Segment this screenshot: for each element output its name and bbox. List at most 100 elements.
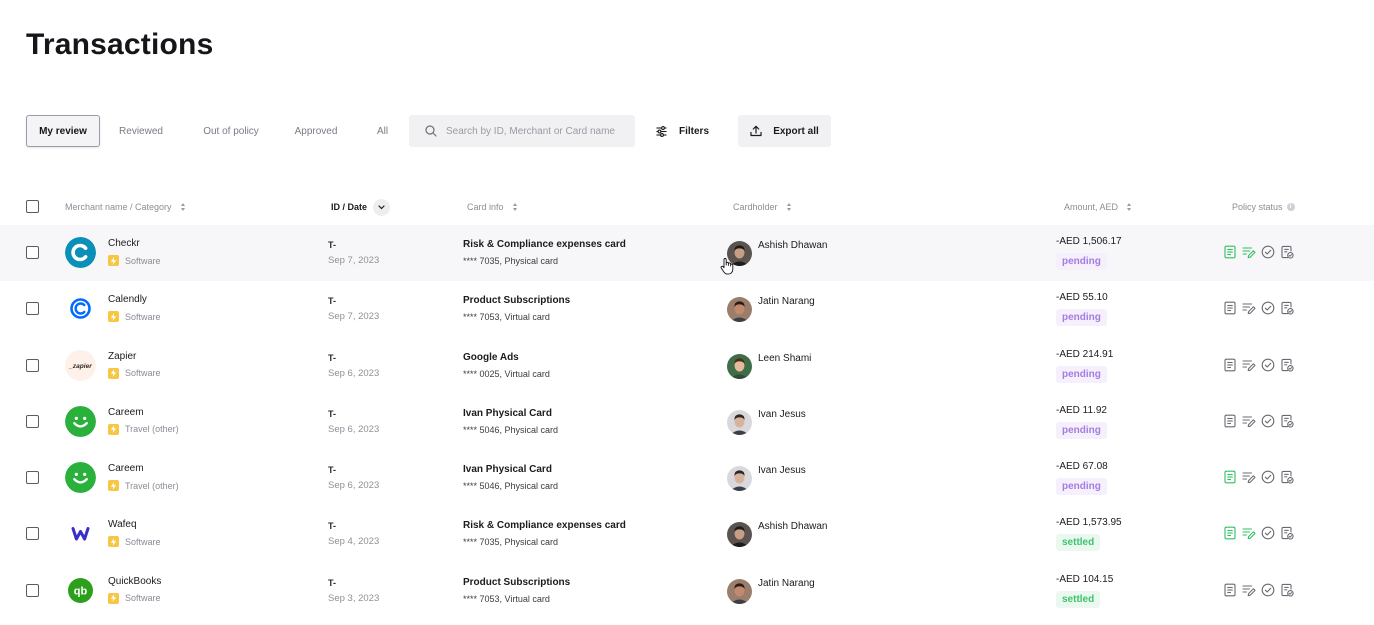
id-date-cell: T- Sep 7, 2023 bbox=[328, 240, 379, 266]
tab-my-review[interactable]: My review bbox=[26, 115, 100, 147]
column-card-info[interactable]: Card info bbox=[467, 196, 517, 218]
receipt-icon[interactable] bbox=[1223, 414, 1237, 428]
cardholder-name: Jatin Narang bbox=[758, 577, 815, 589]
column-cardholder[interactable]: Cardholder bbox=[733, 196, 791, 218]
receipt-icon[interactable] bbox=[1223, 358, 1237, 372]
amount: -AED 55.10 bbox=[1056, 292, 1108, 304]
tab-approved[interactable]: Approved bbox=[285, 115, 347, 147]
info-icon[interactable]: i bbox=[1286, 203, 1295, 211]
edit-notes-icon[interactable] bbox=[1242, 583, 1256, 597]
merchant-name: Calendly bbox=[108, 294, 147, 306]
cardholder-name: Ashish Dhawan bbox=[758, 240, 828, 251]
card-info-cell: Risk & Compliance expenses card **** 7035… bbox=[463, 239, 626, 266]
careem-logo bbox=[65, 462, 96, 494]
column-id-date[interactable]: ID / Date bbox=[331, 196, 391, 218]
column-merchant[interactable]: Merchant name / Category bbox=[65, 196, 185, 218]
tab-reviewed[interactable]: Reviewed bbox=[106, 115, 176, 147]
select-all-checkbox[interactable] bbox=[26, 200, 39, 213]
export-all-button[interactable]: Export all bbox=[738, 115, 831, 147]
table-row[interactable]: qb QuickBooks Software T- Sep 3, 2023 Product… bbox=[0, 563, 1374, 619]
category: Software bbox=[108, 255, 161, 266]
document-check-icon[interactable] bbox=[1280, 583, 1294, 597]
page-title: Transactions bbox=[26, 28, 214, 61]
transaction-id: T- bbox=[328, 408, 336, 419]
sort-icon bbox=[1127, 203, 1132, 211]
document-check-icon[interactable] bbox=[1280, 358, 1294, 372]
document-check-icon[interactable] bbox=[1280, 245, 1294, 259]
tab-all[interactable]: All bbox=[370, 115, 395, 147]
card-name: Risk & Compliance expenses card bbox=[463, 239, 626, 250]
receipt-icon[interactable] bbox=[1223, 526, 1237, 540]
edit-notes-icon[interactable] bbox=[1242, 526, 1256, 540]
approve-check-icon[interactable] bbox=[1261, 245, 1275, 259]
column-amount[interactable]: Amount, AED bbox=[1064, 196, 1132, 218]
merchant-cell: Calendly Software bbox=[108, 294, 161, 323]
transaction-date: Sep 7, 2023 bbox=[328, 311, 380, 323]
category-label: Travel (other) bbox=[125, 424, 179, 435]
card-info-cell: Product Subscriptions **** 7053, Virtual … bbox=[463, 295, 570, 322]
policy-status-icons bbox=[1223, 245, 1299, 259]
document-check-icon[interactable] bbox=[1280, 301, 1294, 315]
document-check-icon[interactable] bbox=[1280, 470, 1294, 484]
document-check-icon[interactable] bbox=[1280, 414, 1294, 428]
transactions-table: Checkr Software T- Sep 7, 2023 Risk & Compli… bbox=[0, 225, 1374, 619]
approve-check-icon[interactable] bbox=[1261, 358, 1275, 372]
receipt-icon[interactable] bbox=[1223, 470, 1237, 484]
approve-check-icon[interactable] bbox=[1261, 301, 1275, 315]
category: Travel (other) bbox=[108, 480, 179, 492]
edit-notes-icon[interactable] bbox=[1242, 470, 1256, 484]
table-row[interactable]: Checkr Software T- Sep 7, 2023 Risk & Compli… bbox=[0, 225, 1374, 282]
receipt-icon[interactable] bbox=[1223, 301, 1237, 315]
policy-status-icons bbox=[1223, 301, 1299, 315]
card-details: **** 7035, Physical card bbox=[463, 537, 559, 548]
approve-check-icon[interactable] bbox=[1261, 526, 1275, 540]
status-badge: pending bbox=[1056, 253, 1107, 270]
tab-out-of-policy[interactable]: Out of policy bbox=[192, 115, 270, 147]
document-check-icon[interactable] bbox=[1280, 526, 1294, 541]
status-badge: pending bbox=[1056, 365, 1107, 383]
approve-check-icon[interactable] bbox=[1261, 414, 1275, 428]
card-info-cell: Risk & Compliance expenses card **** 7035… bbox=[463, 520, 626, 547]
lightning-icon bbox=[108, 311, 119, 323]
id-date-cell: T- Sep 6, 2023 bbox=[328, 409, 379, 435]
edit-notes-icon[interactable] bbox=[1242, 245, 1256, 259]
filters-button[interactable]: Filters bbox=[656, 115, 709, 147]
cardholder-name: Jatin Narang bbox=[758, 296, 815, 308]
transaction-date: Sep 6, 2023 bbox=[328, 423, 380, 435]
edit-notes-icon[interactable] bbox=[1242, 414, 1256, 428]
row-checkbox[interactable] bbox=[26, 414, 39, 428]
table-row[interactable]: Careem Travel (other) T- Sep 6, 2023 Ivan Ph… bbox=[0, 394, 1374, 450]
search-input[interactable] bbox=[446, 125, 635, 137]
merchant-cell: QuickBooks Software bbox=[108, 576, 161, 604]
receipt-icon[interactable] bbox=[1223, 245, 1237, 259]
table-row[interactable]: _zapier Zapier Software T- Sep 6, 2023 Google… bbox=[0, 338, 1374, 394]
receipt-icon[interactable] bbox=[1223, 583, 1237, 597]
policy-status-icons bbox=[1223, 358, 1299, 372]
edit-notes-icon[interactable] bbox=[1242, 358, 1256, 372]
table-row[interactable]: Calendly Software T- Sep 7, 2023 Product Sub… bbox=[0, 281, 1374, 337]
row-checkbox[interactable] bbox=[26, 471, 39, 485]
transaction-date: Sep 3, 2023 bbox=[328, 592, 380, 604]
search-box[interactable] bbox=[409, 115, 635, 147]
card-name: Risk & Compliance expenses card bbox=[463, 520, 626, 532]
card-info-cell: Ivan Physical Card **** 5046, Physical ca… bbox=[463, 464, 558, 491]
amount: -AED 11.92 bbox=[1056, 404, 1107, 416]
avatar bbox=[727, 409, 752, 435]
table-row[interactable]: Careem Travel (other) T- Sep 6, 2023 Ivan Ph… bbox=[0, 450, 1374, 506]
card-details: **** 7053, Virtual card bbox=[463, 312, 550, 323]
approve-check-icon[interactable] bbox=[1261, 470, 1275, 484]
lightning-icon bbox=[108, 592, 119, 604]
row-checkbox[interactable] bbox=[26, 358, 39, 372]
category: Software bbox=[108, 367, 161, 379]
row-checkbox[interactable] bbox=[26, 527, 39, 541]
category-label: Software bbox=[125, 593, 161, 604]
row-checkbox[interactable] bbox=[26, 302, 39, 316]
approve-check-icon[interactable] bbox=[1261, 583, 1275, 597]
table-row[interactable]: Wafeq Software T- Sep 4, 2023 Risk & Complia… bbox=[0, 506, 1374, 562]
transaction-id: T- bbox=[328, 296, 336, 307]
transaction-id: T- bbox=[328, 521, 336, 532]
row-checkbox[interactable] bbox=[26, 583, 39, 597]
card-name: Product Subscriptions bbox=[463, 576, 571, 588]
row-checkbox[interactable] bbox=[26, 246, 39, 259]
edit-notes-icon[interactable] bbox=[1242, 301, 1256, 315]
